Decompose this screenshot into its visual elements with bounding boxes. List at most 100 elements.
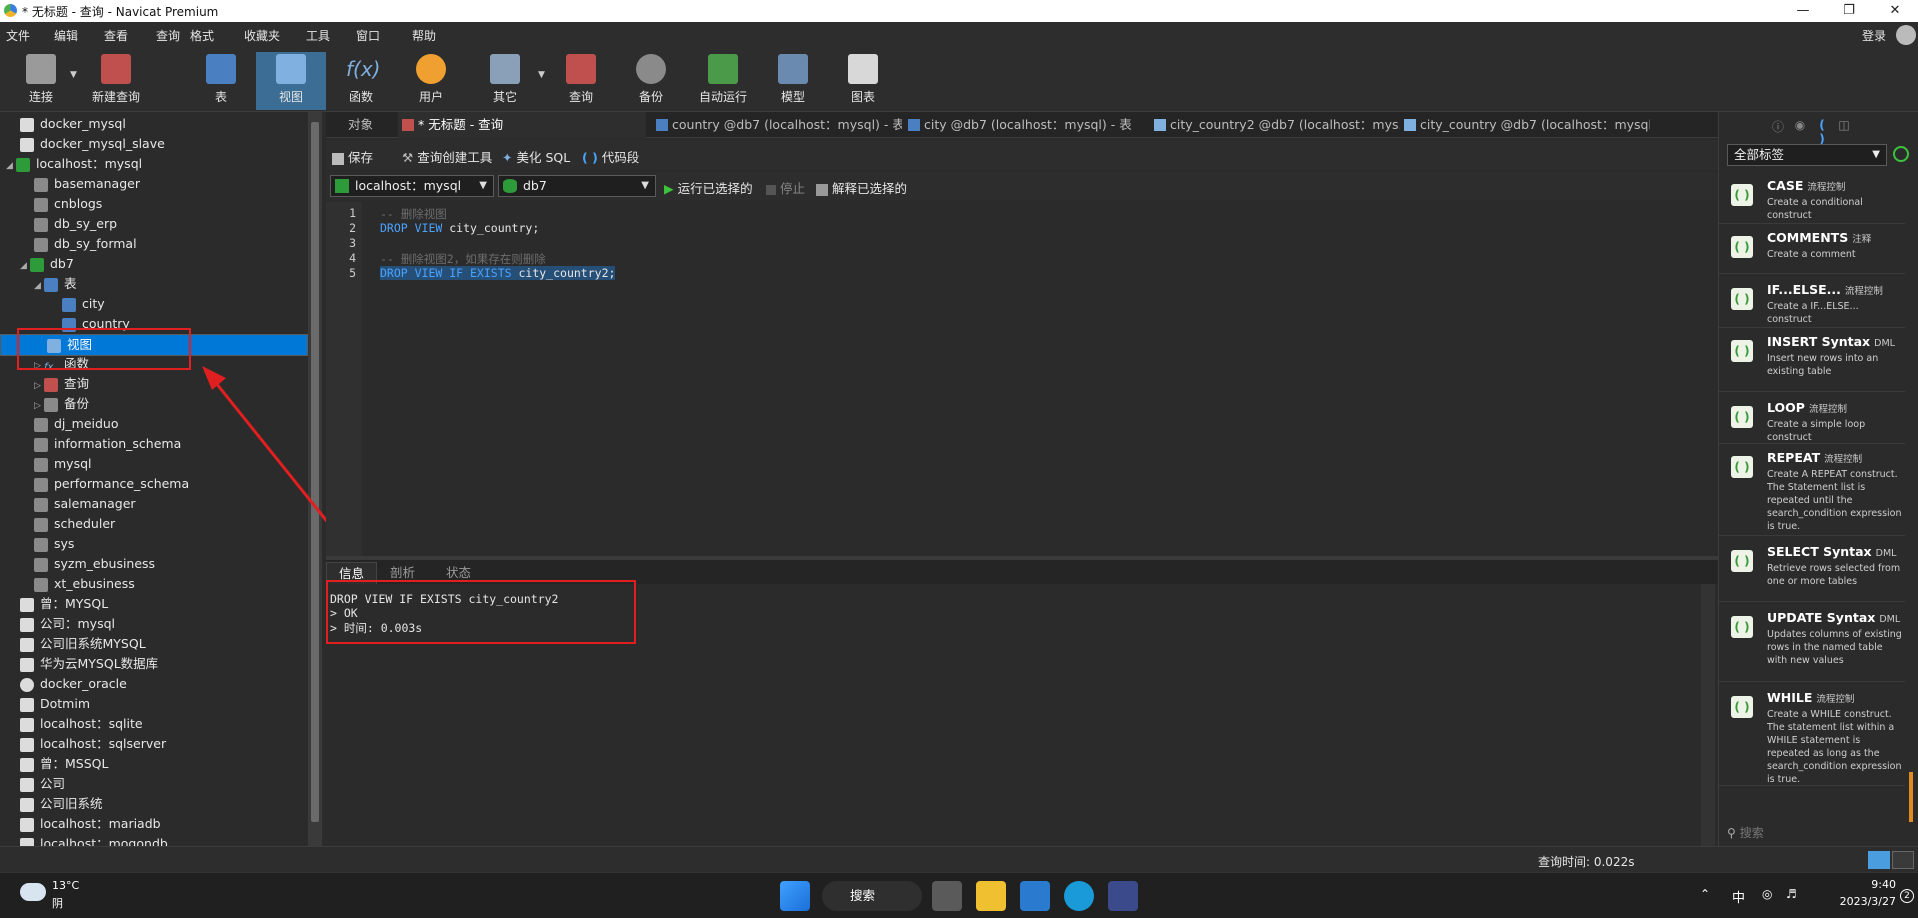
volume-icon[interactable]: ♬ (1786, 887, 1797, 901)
tree-item[interactable]: xt_ebusiness (0, 574, 308, 594)
ime-indicator[interactable]: 中 (1732, 887, 1745, 906)
menu-view[interactable]: 查看 (104, 27, 128, 44)
expanded-arrow-icon[interactable]: ◢ (34, 276, 44, 296)
connect-button[interactable]: 连接 (16, 52, 66, 110)
snippet-item[interactable]: ( ) WHILE 流程控制 Create a WHILE construct. Th… (1719, 686, 1905, 786)
windows-start-icon[interactable] (780, 881, 810, 911)
snippet-item[interactable]: ( ) REPEAT 流程控制 Create A REPEAT construct. … (1719, 446, 1905, 536)
snippet-item[interactable]: ( ) COMMENTS 注释 Create a comment (1719, 226, 1905, 274)
snippet-search-input[interactable]: ⚲ 搜索 (1727, 824, 1764, 841)
menu-tools[interactable]: 工具 (306, 27, 330, 44)
menu-help[interactable]: 帮助 (412, 27, 436, 44)
collapsed-arrow-icon[interactable]: ▷ (34, 396, 44, 416)
snippet-item[interactable]: ( ) LOOP 流程控制 Create a simple loop construc… (1719, 396, 1905, 444)
tree-item[interactable]: localhost：mogondb (0, 834, 308, 846)
eye-icon[interactable]: ◉ (1793, 118, 1807, 132)
connect-dropdown-icon[interactable]: ▼ (70, 70, 77, 80)
tree-item[interactable]: localhost：mariadb (0, 814, 308, 834)
snippet-panel-icon[interactable]: ( ) (1815, 118, 1829, 146)
automation-button[interactable]: 自动运行 (690, 52, 756, 110)
code-snippet-button[interactable]: ( ) 代码段 (582, 147, 639, 166)
minimize-button[interactable]: — (1780, 0, 1826, 22)
menu-window[interactable]: 窗口 (356, 27, 380, 44)
tray-chevron-up-icon[interactable]: ⌃ (1700, 887, 1710, 901)
menu-format[interactable]: 格式 (190, 27, 214, 44)
query-button[interactable]: 查询 (556, 52, 606, 110)
clock-date[interactable]: 2023/3/27 (1820, 895, 1896, 908)
snippet-item[interactable]: ( ) UPDATE Syntax DML Updates columns of ex… (1719, 606, 1905, 682)
collapsed-arrow-icon[interactable]: ▷ (34, 376, 44, 396)
avatar[interactable] (1896, 25, 1916, 45)
view-button[interactable]: 视图 (256, 52, 326, 110)
menu-favorites[interactable]: 收藏夹 (244, 27, 280, 44)
tree-item[interactable]: localhost：sqlserver (0, 734, 308, 754)
tab-city-country2-view[interactable]: city_country2 @db7 (localhost：mys... (1150, 112, 1400, 138)
tree-item[interactable]: cnblogs (0, 194, 308, 214)
grid-view-icon[interactable] (1868, 851, 1890, 869)
tab-untitled-query[interactable]: * 无标题 - 查询 (398, 112, 646, 138)
tab-city-country-view[interactable]: city_country @db7 (localhost：mysql... (1400, 112, 1650, 138)
snippet-item[interactable]: ( ) IF...ELSE... 流程控制 Create a IF...ELSE...… (1719, 278, 1905, 328)
file-explorer-icon[interactable] (976, 881, 1006, 911)
tab-country-table[interactable]: country @db7 (localhost：mysql) - 表 (652, 112, 902, 138)
tree-item[interactable]: db_sy_formal (0, 234, 308, 254)
beautify-sql-button[interactable]: ✦ 美化 SQL (502, 147, 570, 166)
refresh-icon[interactable] (1893, 146, 1909, 162)
clock-time[interactable]: 9:40 (1856, 878, 1896, 891)
tree-item[interactable]: ◢ db7 (0, 254, 308, 274)
login-link[interactable]: 登录 (1862, 27, 1886, 44)
tree-item[interactable]: docker_oracle (0, 674, 308, 694)
chart-button[interactable]: 图表 (838, 52, 888, 110)
tree-item[interactable]: Dotmim (0, 694, 308, 714)
maximize-button[interactable]: ❐ (1826, 0, 1872, 22)
function-button[interactable]: f(x) 函数 (336, 52, 386, 110)
menu-file[interactable]: 文件 (6, 27, 30, 44)
menu-query[interactable]: 查询 (156, 27, 180, 44)
store-icon[interactable] (1020, 881, 1050, 911)
new-query-button[interactable]: 新建查询 (88, 52, 144, 110)
stop-button[interactable]: 停止 (766, 178, 805, 197)
tree-item[interactable]: ◢ localhost：mysql (0, 154, 308, 174)
tab-objects[interactable]: 对象 (326, 112, 396, 138)
close-button[interactable]: ✕ (1872, 0, 1918, 22)
output-scrollbar[interactable] (1701, 584, 1715, 846)
form-view-icon[interactable] (1892, 851, 1914, 869)
tab-city-table[interactable]: city @db7 (localhost：mysql) - 表 (904, 112, 1156, 138)
task-view-icon[interactable] (932, 881, 962, 911)
explain-selected-button[interactable]: 解释已选择的 (816, 178, 907, 197)
tree-item[interactable]: localhost：sqlite (0, 714, 308, 734)
tree-item[interactable]: ◢ 表 (0, 274, 308, 294)
model-button[interactable]: 模型 (768, 52, 818, 110)
tree-item[interactable]: basemanager (0, 174, 308, 194)
other-dropdown-icon[interactable]: ▼ (538, 70, 545, 80)
snippet-item[interactable]: ( ) INSERT Syntax DML Insert new rows into … (1719, 330, 1905, 392)
navicat-taskbar-icon[interactable] (1108, 881, 1138, 911)
snippet-item[interactable]: ( ) SELECT Syntax DML Retrieve rows selecte… (1719, 540, 1905, 602)
user-button[interactable]: 用户 (406, 52, 456, 110)
tag-filter-select[interactable]: 全部标签 ▼ (1727, 144, 1887, 166)
snippet-item[interactable]: ( ) CASE 流程控制 Create a conditional construc… (1719, 174, 1905, 224)
tree-item[interactable]: 曾：MSSQL (0, 754, 308, 774)
tree-item[interactable]: docker_mysql_slave (0, 134, 308, 154)
backup-button[interactable]: 备份 (626, 52, 676, 110)
expanded-arrow-icon[interactable]: ◢ (6, 156, 16, 176)
tree-item[interactable]: city (0, 294, 308, 314)
tree-item[interactable]: 华为云MYSQL数据库 (0, 654, 308, 674)
tree-item[interactable]: 公司 (0, 774, 308, 794)
info-icon[interactable]: ⓘ (1771, 118, 1785, 134)
layout-icon[interactable]: ◫ (1837, 118, 1851, 132)
edge-icon[interactable] (1064, 881, 1094, 911)
tree-item[interactable]: docker_mysql (0, 114, 308, 134)
network-icon[interactable]: ◎ (1762, 887, 1772, 901)
tree-item[interactable]: 曾：MYSQL (0, 594, 308, 614)
table-button[interactable]: 表 (196, 52, 246, 110)
save-button[interactable]: 保存 (332, 147, 373, 166)
sql-editor[interactable]: 1 2 3 4 5 -- 删除视图 DROP VIEW city_country… (326, 202, 1718, 556)
taskbar-search[interactable]: 搜索 (822, 881, 922, 911)
tree-item[interactable]: 公司：mysql (0, 614, 308, 634)
connection-select[interactable]: localhost：mysql ▼ (330, 175, 494, 197)
panel-scrollbar[interactable] (1909, 772, 1913, 822)
query-builder-button[interactable]: ⚒ 查询创建工具 (402, 147, 492, 166)
tree-item[interactable]: 公司旧系统 (0, 794, 308, 814)
tree-item[interactable]: 公司旧系统MYSQL (0, 634, 308, 654)
